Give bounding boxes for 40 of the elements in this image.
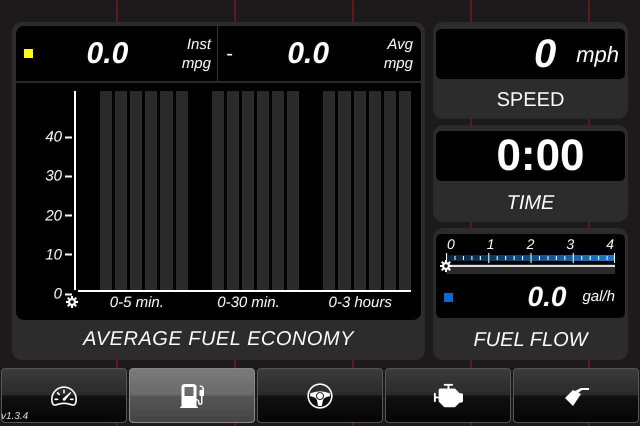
steering-wheel-icon xyxy=(306,382,334,410)
unit-label: Inst xyxy=(186,34,211,54)
nav-button[interactable] xyxy=(129,368,255,423)
axis-label: 20 xyxy=(45,208,62,223)
axis-label: 10 xyxy=(45,247,62,262)
axis-origin-icon xyxy=(66,296,78,308)
axis-label: 0 xyxy=(54,286,62,302)
speed-unit: mph xyxy=(576,40,619,69)
unit-label: mpg xyxy=(384,54,413,72)
nav-button[interactable] xyxy=(385,368,511,423)
indicator-square-icon xyxy=(24,49,33,58)
fuel-pump-icon xyxy=(180,384,204,408)
panel-title: TIME xyxy=(506,191,556,216)
nav-button[interactable] xyxy=(257,368,383,423)
fuel-flow-unit: gal/h xyxy=(582,286,615,307)
nav-button[interactable] xyxy=(513,368,639,423)
nav-button[interactable] xyxy=(1,368,127,423)
indicator-square-icon xyxy=(444,292,453,302)
axis-label: 30 xyxy=(45,168,62,184)
scale-label: 1 xyxy=(486,236,495,252)
time-value: 0:00 xyxy=(496,130,585,182)
speed-value: 0 xyxy=(534,31,556,78)
scale-label: 3 xyxy=(566,236,574,252)
instant-mpg-value: 0.0 xyxy=(86,36,130,72)
period-label: 0-3 hours xyxy=(327,293,393,313)
period-label: 0-30 min. xyxy=(216,293,281,313)
scale-label: 0 xyxy=(447,236,455,252)
axis-label: 40 xyxy=(45,130,62,144)
unit-label: mpg xyxy=(182,54,211,72)
fuel-flow-value: 0.0 xyxy=(526,280,568,314)
scale-label: 4 xyxy=(606,236,614,252)
unit-label: Avg xyxy=(387,34,413,54)
panel-title: FUEL FLOW xyxy=(472,328,590,353)
separator-dash: - xyxy=(226,42,233,66)
scale-label: 2 xyxy=(526,236,534,252)
panel-title: AVERAGE FUEL ECONOMY xyxy=(83,327,354,352)
average-mpg-value: 0.0 xyxy=(286,36,330,72)
version-label: v1.3.4 xyxy=(1,410,28,424)
period-label: 0-5 min. xyxy=(108,293,165,313)
panel-title: SPEED xyxy=(496,88,566,113)
